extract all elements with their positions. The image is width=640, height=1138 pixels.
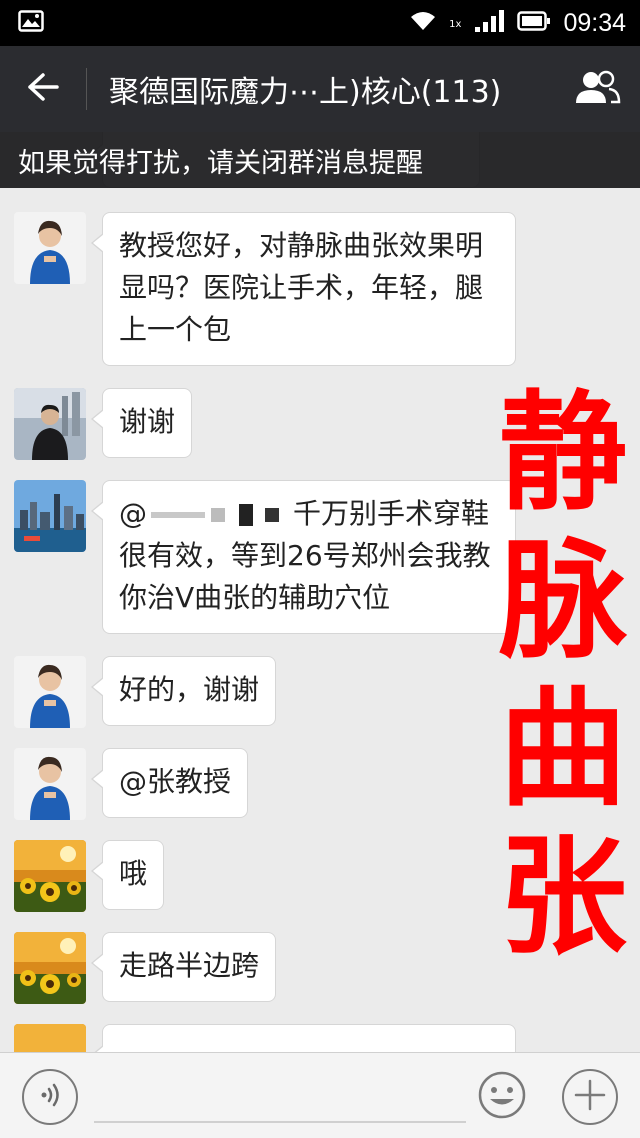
avatar-woman-blue-icon <box>14 212 86 284</box>
page-title: 聚德国际魔力⋯上)核心(113) <box>109 75 502 110</box>
emoji-button[interactable] <box>474 1069 530 1125</box>
avatar-woman-blue-icon <box>14 656 86 728</box>
group-members-icon <box>573 69 621 109</box>
avatar[interactable] <box>14 656 86 728</box>
message-bubble[interactable]: @张教授 <box>90 748 249 818</box>
image-icon <box>18 10 44 36</box>
avatar[interactable] <box>14 932 86 1004</box>
message-bubble[interactable]: 谢谢 <box>90 388 193 458</box>
message-text: @张教授 <box>119 765 232 798</box>
message-bubble[interactable]: 教授您好，对静脉曲张效果明显吗？医院让手术，年轻，腿上一个包 <box>91 212 516 366</box>
overlay-char: 静 <box>498 379 627 528</box>
message-bubble-partial[interactable] <box>91 1024 516 1052</box>
message-text: 走路半边跨 <box>119 949 260 982</box>
avatar[interactable] <box>14 748 86 820</box>
overlay-text: 静 脉 曲 张 <box>498 380 628 972</box>
avatar-sunflower-icon <box>14 1024 86 1052</box>
status-time: 09:34 <box>563 8 626 37</box>
group-members-button[interactable] <box>554 46 640 132</box>
arrow-left-icon <box>26 72 60 106</box>
message-bubble[interactable]: 好的，谢谢 <box>90 656 277 726</box>
banner-text: 如果觉得打扰，请关闭群消息提醒 <box>18 147 423 179</box>
signal-icon <box>475 9 505 37</box>
chat-header: 聚德国际魔力⋯上)核心(113) <box>0 46 640 132</box>
status-bar: 1x 09:34 <box>0 0 640 46</box>
message-text: 教授您好，对静脉曲张效果明显吗？医院让手术，年轻，腿上一个包 <box>119 229 484 346</box>
avatar-sunflower-icon <box>14 840 86 912</box>
avatar-woman-blue-icon <box>14 748 86 820</box>
input-bar <box>0 1052 640 1138</box>
battery-icon <box>517 10 551 36</box>
message-bubble[interactable]: @ 千万别手术穿鞋很有效，等到26号郑州会我教你治V曲张的辅助穴位 <box>91 480 516 634</box>
avatar[interactable] <box>14 840 86 912</box>
voice-button[interactable] <box>22 1069 78 1125</box>
emoji-icon <box>477 1070 527 1124</box>
redacted-name <box>239 504 253 526</box>
signal-type-label: 1x <box>449 18 462 30</box>
avatar-man-suit-icon <box>14 388 86 460</box>
avatar-sunflower-icon <box>14 932 86 1004</box>
voice-icon <box>35 1080 65 1114</box>
mute-reminder-banner[interactable]: 如果觉得打扰，请关闭群消息提醒 <box>0 132 640 188</box>
redacted-name <box>265 508 279 522</box>
message-text: 哦 <box>119 857 148 890</box>
redacted-name <box>151 512 205 518</box>
wifi-icon <box>409 10 437 36</box>
message-text: 好的，谢谢 <box>119 673 260 706</box>
plus-icon <box>574 1079 606 1115</box>
redacted-name <box>211 508 225 522</box>
message-bubble[interactable]: 走路半边跨 <box>90 932 277 1002</box>
overlay-char: 脉 <box>498 527 627 676</box>
more-options-button[interactable] <box>562 1069 618 1125</box>
avatar[interactable] <box>14 1024 86 1052</box>
overlay-char: 张 <box>498 823 627 972</box>
mention-prefix: @ <box>119 497 147 530</box>
overlay-char: 曲 <box>498 675 627 824</box>
avatar-city-skyline-icon <box>14 480 86 552</box>
message-text: 谢谢 <box>119 405 176 438</box>
message-bubble[interactable]: 哦 <box>90 840 165 910</box>
back-button[interactable] <box>0 46 86 132</box>
avatar[interactable] <box>14 212 86 284</box>
avatar[interactable] <box>14 388 86 460</box>
message-input[interactable] <box>94 1071 466 1123</box>
avatar[interactable] <box>14 480 86 552</box>
